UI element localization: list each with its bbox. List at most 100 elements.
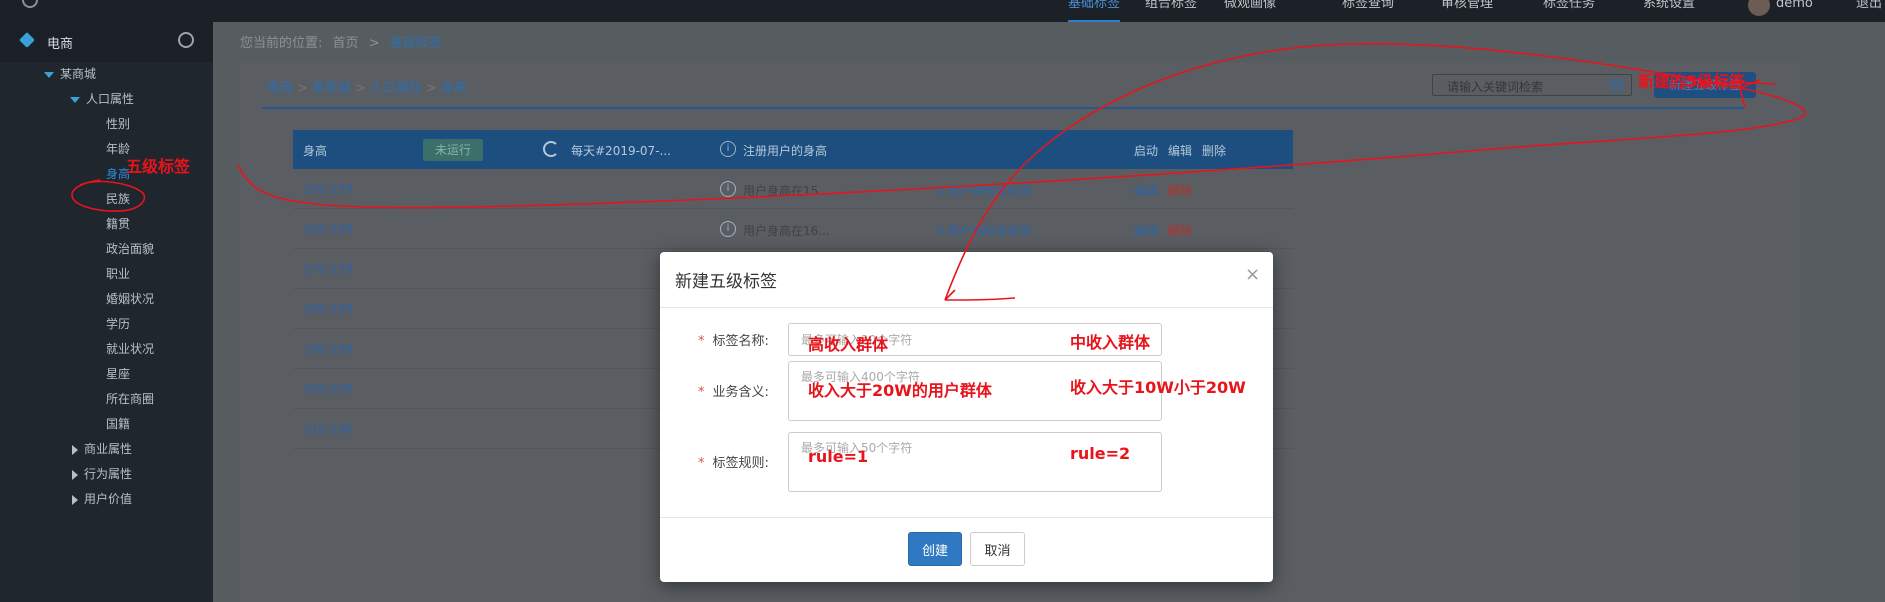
- row-count: 0 用户拥有该标签: [936, 184, 1032, 198]
- tree-label: 人口属性: [86, 92, 135, 106]
- tree-item-employment[interactable]: 就业状况: [106, 340, 154, 357]
- tree-item-business-attrs[interactable]: 商业属性: [72, 440, 132, 457]
- dialog-footer-divider: [660, 517, 1273, 518]
- nav-basic-tags[interactable]: 基础标签: [1068, 0, 1121, 22]
- start-link[interactable]: 启动: [1134, 142, 1158, 159]
- sidebar: 电商 某商城 人口属性 性别 年龄 身高 民族 籍贯 政治面貌 职业 婚姻状况 …: [0, 22, 213, 602]
- row-edit-link[interactable]: 编辑: [1134, 222, 1158, 239]
- required-mark: *: [698, 385, 705, 400]
- field-label: 标签名称:: [712, 334, 769, 349]
- tree-item-occupation[interactable]: 职业: [106, 265, 130, 282]
- row-delete-link[interactable]: 删除: [1168, 182, 1192, 199]
- tree-item-behavior-attrs[interactable]: 行为属性: [72, 465, 132, 482]
- nav-review-management[interactable]: 审核管理: [1441, 0, 1493, 22]
- row-name[interactable]: 200-209: [303, 382, 353, 396]
- table-header: 身高 未运行 每天#2019-07-... i 注册用户的身高 启动 编辑 删除: [293, 130, 1293, 169]
- create-button[interactable]: 创建: [908, 532, 962, 566]
- tree-label: 行为属性: [84, 467, 133, 481]
- row-name[interactable]: 190-199: [303, 342, 353, 356]
- tag-rule-label: * 标签规则:: [698, 452, 769, 471]
- tree-item-mall[interactable]: 某商城: [44, 65, 96, 82]
- row-name[interactable]: 150-159: [303, 182, 353, 196]
- caret-down-icon: [44, 71, 54, 78]
- tag-path-item[interactable]: 人口属性: [370, 81, 422, 96]
- nav-system-settings[interactable]: 系统设置: [1643, 0, 1695, 22]
- tag-path: 电商 > 某商城 > 人口属性 > 身高: [267, 77, 467, 96]
- nav-tag-query[interactable]: 标签查询: [1342, 0, 1394, 22]
- refresh-icon[interactable]: [543, 141, 559, 157]
- tree-item-business-district[interactable]: 所在商圈: [106, 390, 154, 407]
- header-schedule: 每天#2019-07-...: [571, 144, 671, 158]
- tree-item-gender[interactable]: 性别: [106, 115, 130, 132]
- dialog-header-divider: [660, 307, 1273, 308]
- field-label: 业务含义:: [712, 385, 769, 400]
- breadcrumb: 您当前的位置: 首页 > 基础标签: [240, 32, 442, 51]
- cube-icon: [19, 32, 35, 48]
- required-mark: *: [698, 334, 705, 349]
- logo: [22, 0, 152, 8]
- tag-path-separator: >: [354, 81, 366, 96]
- tag-path-item[interactable]: 身高: [441, 81, 467, 96]
- nav-combined-tags[interactable]: 组合标签: [1145, 0, 1197, 22]
- annotation-name-example-2: 中收入群体: [1070, 333, 1151, 352]
- annotation-desc-example-2: 收入大于10W小于20W: [1070, 378, 1246, 397]
- tree-item-politics[interactable]: 政治面貌: [106, 240, 154, 257]
- breadcrumb-separator: >: [368, 36, 380, 51]
- row-name[interactable]: 170-179: [303, 262, 353, 276]
- top-navbar: 基础标签 组合标签 微观画像 标签查询 审核管理 标签任务 系统设置 demo …: [0, 0, 1885, 22]
- row-count: 0 用户拥有该标签: [936, 224, 1032, 238]
- tree-item-demographics[interactable]: 人口属性: [70, 90, 134, 107]
- search-input[interactable]: 请输入关键词检索: [1432, 74, 1632, 96]
- nav-micro-portrait[interactable]: 微观画像: [1224, 0, 1276, 22]
- annotation-rule-example-2: rule=2: [1070, 444, 1131, 463]
- row-name[interactable]: 210-240: [303, 422, 353, 436]
- caret-right-icon: [72, 494, 78, 505]
- tree-label: 某商城: [60, 67, 97, 81]
- annotation-desc-example-1: 收入大于20W的用户群体: [808, 381, 992, 400]
- nav-tag-tasks[interactable]: 标签任务: [1543, 0, 1595, 22]
- tree-item-education[interactable]: 学历: [106, 315, 130, 332]
- avatar[interactable]: [1748, 0, 1770, 16]
- annotation-new-level5-tag: 新建的5级标签: [1638, 72, 1746, 91]
- table-row: 150-159 i 用户身高在15... 0 用户拥有该标签 编辑 删除: [293, 169, 1293, 209]
- info-icon: i: [720, 221, 736, 237]
- info-icon: i: [720, 181, 736, 197]
- logout-link[interactable]: 退出: [1856, 0, 1882, 10]
- field-label: 标签规则:: [712, 456, 769, 471]
- sidebar-title: 电商: [47, 37, 74, 52]
- tree-item-marital[interactable]: 婚姻状况: [106, 290, 154, 307]
- tree-item-nationality[interactable]: 国籍: [106, 415, 130, 432]
- caret-right-icon: [72, 469, 78, 480]
- header-tag-name: 身高: [303, 144, 328, 158]
- tree-item-user-value[interactable]: 用户价值: [72, 490, 132, 507]
- tree-item-ethnicity[interactable]: 民族: [106, 190, 130, 207]
- breadcrumb-home[interactable]: 首页: [333, 36, 359, 51]
- close-icon[interactable]: ×: [1245, 264, 1260, 285]
- tag-path-item[interactable]: 电商: [267, 81, 293, 96]
- tag-path-separator: >: [297, 81, 308, 96]
- settings-icon[interactable]: [178, 32, 194, 48]
- dialog-title: 新建五级标签: [675, 272, 777, 292]
- row-name[interactable]: 160-169: [303, 222, 353, 236]
- row-desc: 用户身高在16...: [743, 224, 830, 238]
- user-name[interactable]: demo: [1776, 0, 1813, 10]
- caret-down-icon: [70, 96, 80, 103]
- tree-item-zodiac[interactable]: 星座: [106, 365, 130, 382]
- row-name[interactable]: 180-189: [303, 302, 353, 316]
- search-icon[interactable]: [1611, 79, 1623, 91]
- tree-label: 商业属性: [84, 442, 133, 456]
- annotation-rule-example-1: rule=1: [808, 447, 869, 466]
- tree-item-native-place[interactable]: 籍贯: [106, 215, 130, 232]
- row-edit-link[interactable]: 编辑: [1134, 182, 1158, 199]
- tree-label: 用户价值: [84, 492, 133, 506]
- row-desc: 用户身高在15...: [743, 184, 830, 198]
- delete-link[interactable]: 删除: [1202, 142, 1226, 159]
- business-meaning-label: * 业务含义:: [698, 381, 769, 400]
- tag-name-label: * 标签名称:: [698, 330, 769, 349]
- cancel-button[interactable]: 取消: [970, 532, 1025, 566]
- caret-right-icon: [72, 444, 78, 455]
- tag-path-item[interactable]: 某商城: [312, 81, 351, 96]
- status-badge: 未运行: [423, 139, 483, 161]
- edit-link[interactable]: 编辑: [1168, 142, 1192, 159]
- row-delete-link[interactable]: 删除: [1168, 222, 1192, 239]
